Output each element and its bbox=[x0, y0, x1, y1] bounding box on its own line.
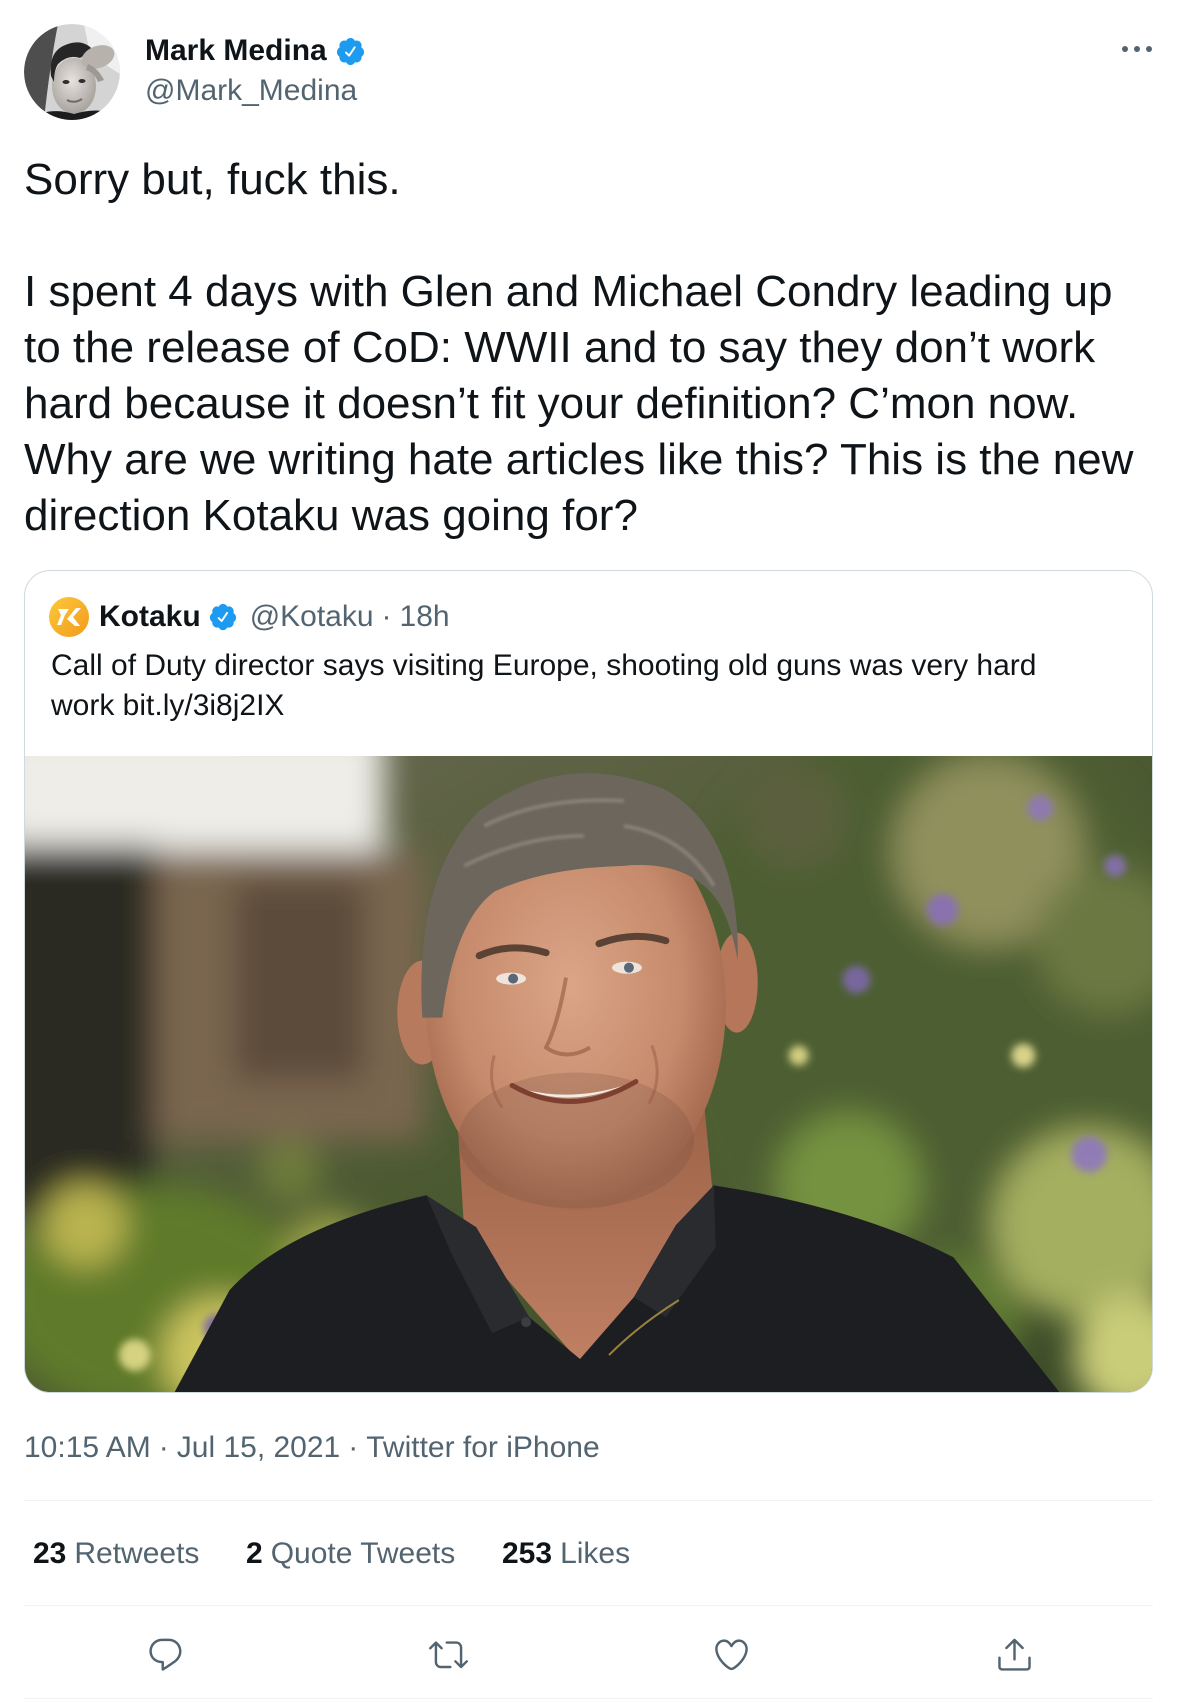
quoted-tweet-header: Kotaku @Kotaku · 18h bbox=[49, 597, 450, 637]
tweet-date[interactable]: Jul 15, 2021 bbox=[177, 1430, 340, 1466]
retweet-button[interactable] bbox=[428, 1634, 468, 1674]
likes-stat[interactable]: 253 Likes bbox=[502, 1536, 630, 1572]
quote-tweets-count: 2 bbox=[246, 1537, 263, 1570]
like-icon bbox=[714, 1638, 748, 1670]
retweets-label: Retweets bbox=[74, 1537, 200, 1570]
divider bbox=[24, 1500, 1153, 1501]
author-name-row[interactable]: Mark Medina bbox=[145, 33, 366, 69]
author-name[interactable]: Mark Medina bbox=[145, 33, 327, 69]
quoted-tweet-photo[interactable] bbox=[25, 756, 1152, 1392]
retweets-stat[interactable]: 23 Retweets bbox=[33, 1536, 199, 1572]
share-icon bbox=[997, 1638, 1031, 1671]
verified-badge-icon bbox=[209, 603, 236, 631]
quote-tweets-label: Quote Tweets bbox=[270, 1537, 456, 1570]
tweet-text: Sorry but, fuck this. I spent 4 days wit… bbox=[24, 152, 1148, 544]
separator: · bbox=[348, 1431, 359, 1464]
tweet-paragraph: Sorry but, fuck this. bbox=[24, 155, 401, 204]
quoted-tweet-text: Call of Duty director says visiting Euro… bbox=[51, 649, 1037, 722]
like-button[interactable] bbox=[711, 1634, 751, 1674]
photo-image bbox=[25, 756, 1152, 1392]
tweet-time[interactable]: 10:15 AM bbox=[24, 1430, 151, 1466]
more-dot bbox=[1146, 46, 1152, 52]
author-avatar[interactable] bbox=[24, 24, 120, 120]
quoted-author-name: Kotaku bbox=[99, 600, 201, 633]
quoted-handle: @Kotaku bbox=[249, 600, 374, 633]
retweet-icon bbox=[428, 1640, 468, 1668]
separator: · bbox=[158, 1431, 169, 1464]
divider bbox=[24, 1605, 1153, 1606]
likes-label: Likes bbox=[560, 1537, 631, 1570]
reply-button[interactable] bbox=[145, 1634, 185, 1674]
more-dots-icon[interactable] bbox=[1120, 40, 1154, 58]
retweets-count: 23 bbox=[33, 1537, 67, 1570]
reply-icon bbox=[148, 1638, 181, 1671]
kotaku-logo-icon bbox=[49, 597, 89, 637]
verified-badge-icon bbox=[336, 37, 364, 65]
more-dot bbox=[1134, 46, 1140, 52]
tweet-source[interactable]: Twitter for iPhone bbox=[366, 1430, 599, 1466]
divider bbox=[24, 1698, 1153, 1699]
likes-count: 253 bbox=[502, 1537, 553, 1570]
avatar-photo bbox=[24, 24, 120, 120]
quoted-tweet-card[interactable]: Kotaku @Kotaku · 18h Call of Duty direct… bbox=[24, 570, 1153, 1393]
quoted-age: 18h bbox=[399, 600, 450, 633]
separator: · bbox=[381, 600, 392, 633]
quoted-meta: @Kotaku · 18h bbox=[250, 599, 450, 635]
quote-tweets-stat[interactable]: 2 Quote Tweets bbox=[246, 1536, 455, 1572]
tweet-timestamp[interactable]: 10:15 AM · Jul 15, 2021 · Twitter for iP… bbox=[24, 1430, 600, 1466]
tweet-paragraph: I spent 4 days with Glen and Michael Con… bbox=[24, 267, 1134, 540]
author-handle[interactable]: @Mark_Medina bbox=[145, 73, 357, 109]
more-dot bbox=[1122, 46, 1128, 52]
share-button[interactable] bbox=[994, 1634, 1034, 1674]
